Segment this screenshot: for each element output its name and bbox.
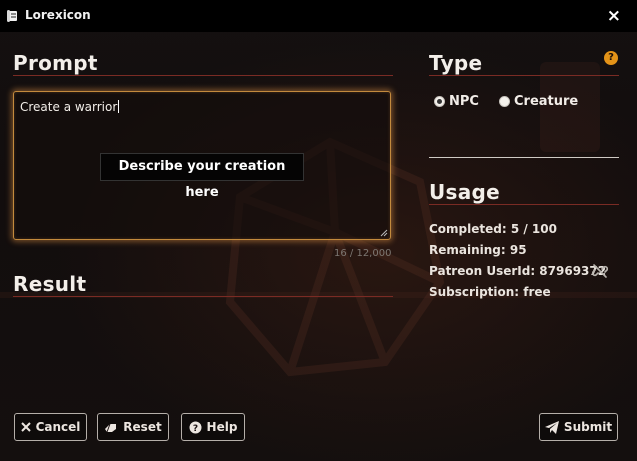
submit-button[interactable]: Submit <box>539 413 618 441</box>
help-button[interactable]: ? Help <box>181 413 245 441</box>
svg-text:?: ? <box>192 424 197 434</box>
type-divider-top <box>429 75 619 76</box>
lorexicon-dialog: Lorexicon × Prompt Create a warrior Desc… <box>0 0 637 461</box>
window-title: Lorexicon <box>25 8 91 22</box>
question-circle-icon: ? <box>189 421 202 434</box>
help-label: Help <box>206 420 238 434</box>
result-heading: Result <box>13 272 87 296</box>
type-separator <box>429 157 619 158</box>
usage-patreon-id: Patreon UserId: 87969372 <box>429 264 607 278</box>
resize-grip-icon[interactable] <box>380 229 388 237</box>
cancel-label: Cancel <box>35 420 81 434</box>
type-heading: Type <box>429 51 483 75</box>
prompt-divider <box>13 75 393 76</box>
reset-button[interactable]: Reset <box>97 413 169 441</box>
radio-button-creature[interactable] <box>499 96 510 107</box>
help-badge-icon[interactable]: ? <box>604 51 618 65</box>
eraser-icon <box>105 423 117 432</box>
paper-plane-icon <box>544 420 559 434</box>
reset-label: Reset <box>123 420 162 434</box>
character-count: 16 / 12,000 <box>334 248 392 259</box>
text-caret <box>118 100 120 113</box>
usage-subscription: Subscription: free <box>429 285 551 299</box>
radio-label-npc: NPC <box>449 94 479 109</box>
radio-button-npc[interactable] <box>434 96 445 107</box>
x-icon <box>20 422 31 432</box>
usage-heading: Usage <box>429 180 501 204</box>
usage-completed: Completed: 5 / 100 <box>429 222 557 236</box>
close-icon[interactable]: × <box>607 6 621 26</box>
title-bar: Lorexicon × <box>0 0 637 32</box>
result-divider <box>13 296 393 297</box>
submit-label: Submit <box>563 420 613 434</box>
prompt-tooltip: Describe your creation here <box>100 153 304 200</box>
radio-label-creature: Creature <box>514 94 579 109</box>
usage-divider <box>429 204 619 205</box>
unlink-icon[interactable] <box>592 263 608 279</box>
radio-creature[interactable]: Creature <box>499 94 578 109</box>
scroll-icon <box>7 10 17 22</box>
prompt-text: Create a warrior <box>20 100 118 114</box>
cancel-button[interactable]: Cancel <box>14 413 87 441</box>
usage-remaining: Remaining: 95 <box>429 243 527 257</box>
prompt-heading: Prompt <box>13 51 98 75</box>
radio-npc[interactable]: NPC <box>434 94 479 109</box>
